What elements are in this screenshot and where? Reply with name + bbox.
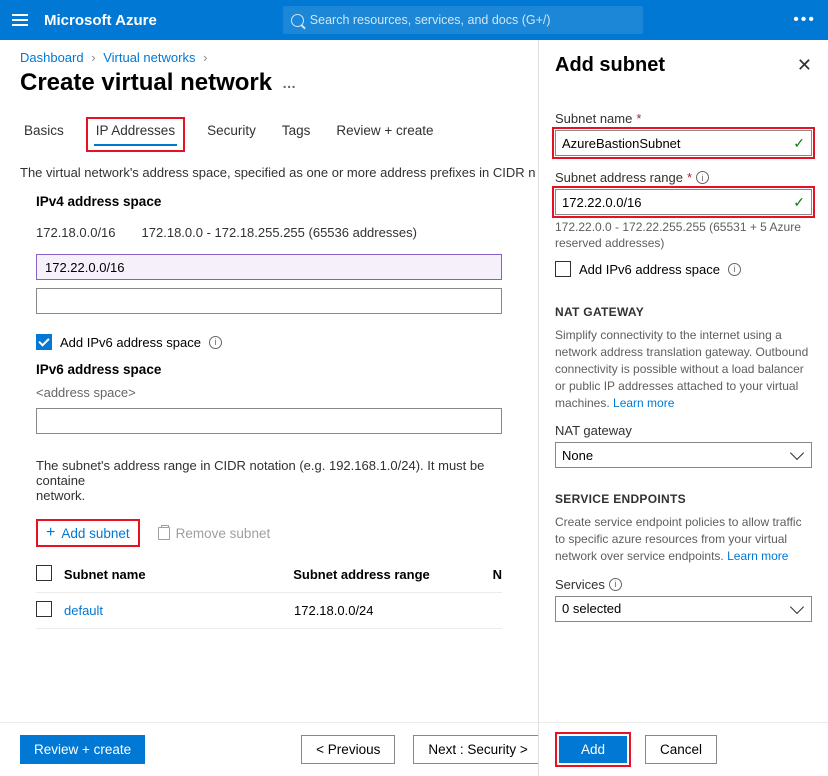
tab-ip-addresses[interactable]: IP Addresses: [94, 123, 177, 146]
tab-basics[interactable]: Basics: [20, 117, 68, 152]
check-icon: ✓: [793, 194, 805, 211]
search-placeholder: Search resources, services, and docs (G+…: [310, 13, 551, 27]
trash-icon: [158, 527, 170, 540]
nat-gateway-label: NAT gateway: [555, 423, 812, 438]
panel-title: Add subnet: [555, 54, 665, 77]
ellipsis-icon[interactable]: …: [282, 75, 298, 91]
panel-footer: Add Cancel: [539, 722, 828, 776]
subnet-range-label: Subnet address range* i: [555, 170, 812, 185]
panel-ipv6-checkbox-row[interactable]: Add IPv6 address space i: [555, 251, 812, 287]
global-search-input[interactable]: Search resources, services, and docs (G+…: [283, 6, 643, 34]
subnet-description: The subnet's address range in CIDR notat…: [0, 442, 538, 513]
learn-more-link[interactable]: Learn more: [727, 549, 788, 563]
nat-gateway-header: NAT GATEWAY: [555, 305, 812, 319]
cancel-button[interactable]: Cancel: [645, 735, 717, 764]
table-row: default 172.18.0.0/24: [36, 593, 502, 629]
info-icon[interactable]: i: [696, 171, 709, 184]
breadcrumb-vnets[interactable]: Virtual networks: [103, 50, 195, 65]
menu-icon[interactable]: [12, 14, 28, 26]
service-endpoints-header: SERVICE ENDPOINTS: [555, 492, 812, 506]
review-create-button[interactable]: Review + create: [20, 735, 145, 764]
ipv4-cidr-input-empty[interactable]: [36, 288, 502, 314]
learn-more-link[interactable]: Learn more: [613, 396, 674, 410]
range-helper-text: 172.22.0.0 - 172.22.255.255 (65531 + 5 A…: [555, 219, 812, 251]
next-button[interactable]: Next : Security >: [413, 735, 542, 764]
ipv6-cidr-input[interactable]: [36, 408, 502, 434]
previous-button[interactable]: < Previous: [301, 735, 395, 764]
tab-review[interactable]: Review + create: [332, 117, 437, 152]
select-all-checkbox[interactable]: [36, 565, 52, 581]
search-icon: [291, 14, 304, 27]
checkbox-icon[interactable]: [555, 261, 571, 277]
subnet-name-input[interactable]: AzureBastionSubnet ✓: [555, 130, 812, 156]
check-icon: ✓: [793, 135, 805, 152]
close-icon[interactable]: ✕: [797, 55, 812, 76]
checkbox-checked-icon[interactable]: [36, 334, 52, 350]
add-subnet-button[interactable]: + Add subnet: [38, 521, 138, 545]
info-icon[interactable]: i: [209, 336, 222, 349]
chevron-down-icon: [790, 446, 804, 460]
ipv4-cidr-input[interactable]: 172.22.0.0/16: [36, 254, 502, 280]
brand-label: Microsoft Azure: [44, 12, 157, 29]
subnet-name-label: Subnet name*: [555, 111, 812, 126]
top-bar: Microsoft Azure Search resources, servic…: [0, 0, 828, 40]
services-label: Services i: [555, 577, 812, 592]
table-header: Subnet name Subnet address range N: [36, 557, 502, 593]
more-icon[interactable]: •••: [793, 11, 816, 29]
breadcrumb-dashboard[interactable]: Dashboard: [20, 50, 84, 65]
subnet-range-input[interactable]: 172.22.0.0/16 ✓: [555, 189, 812, 215]
nat-gateway-select[interactable]: None: [555, 442, 812, 468]
service-endpoints-text: Create service endpoint policies to allo…: [555, 514, 812, 564]
subnet-table: Subnet name Subnet address range N defau…: [36, 557, 502, 629]
row-checkbox[interactable]: [36, 601, 52, 617]
tab-tags[interactable]: Tags: [278, 117, 315, 152]
chevron-down-icon: [790, 600, 804, 614]
info-icon[interactable]: i: [609, 578, 622, 591]
info-icon[interactable]: i: [728, 263, 741, 276]
nat-gateway-text: Simplify connectivity to the internet us…: [555, 327, 812, 411]
subnet-link[interactable]: default: [64, 603, 103, 618]
remove-subnet-button: Remove subnet: [158, 526, 271, 541]
services-select[interactable]: 0 selected: [555, 596, 812, 622]
add-subnet-panel: Add subnet ✕ Subnet name* AzureBastionSu…: [538, 40, 828, 776]
tab-security[interactable]: Security: [203, 117, 260, 152]
plus-icon: +: [46, 525, 55, 541]
add-button[interactable]: Add: [559, 736, 627, 763]
